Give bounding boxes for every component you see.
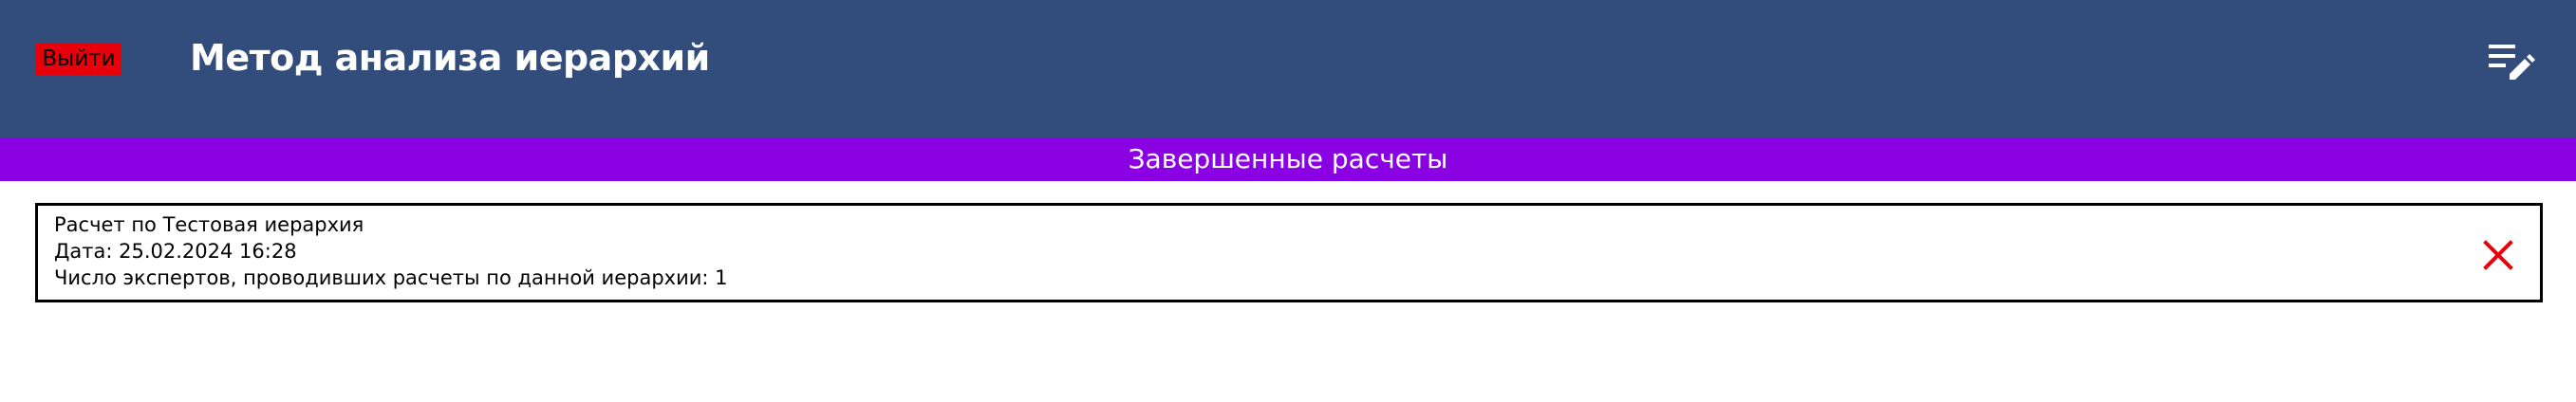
app-header: Выйти Метод анализа иерархий <box>0 0 2576 137</box>
section-title: Завершенные расчеты <box>1128 143 1448 174</box>
section-header: Завершенные расчеты <box>0 137 2576 181</box>
playlist-edit-icon[interactable] <box>2485 36 2538 89</box>
logout-button[interactable]: Выйти <box>36 44 121 75</box>
calculation-hierarchy-name: Расчет по Тестовая иерархия <box>54 213 364 236</box>
calculation-experts-count: Число экспертов, проводивших расчеты по … <box>54 266 728 289</box>
calculation-card[interactable]: Расчет по Тестовая иерархия Дата: 25.02.… <box>35 203 2543 302</box>
close-icon[interactable] <box>2482 239 2514 271</box>
app-title: Метод анализа иерархий <box>190 37 710 79</box>
calculation-date: Дата: 25.02.2024 16:28 <box>54 240 297 263</box>
